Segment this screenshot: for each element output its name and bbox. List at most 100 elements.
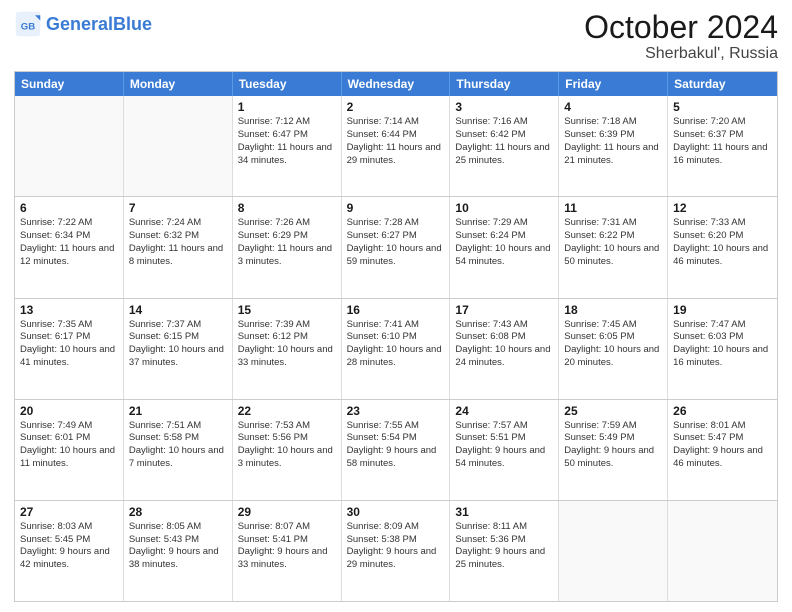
day-number: 3 (455, 100, 553, 114)
day-number: 18 (564, 303, 662, 317)
day-number: 11 (564, 201, 662, 215)
day-number: 14 (129, 303, 227, 317)
day-number: 24 (455, 404, 553, 418)
calendar-row: 27 Sunrise: 8:03 AMSunset: 5:45 PMDayligh… (15, 500, 777, 601)
cell-info: Sunrise: 7:45 AMSunset: 6:05 PMDaylight:… (564, 319, 662, 370)
calendar-cell: 5 Sunrise: 7:20 AMSunset: 6:37 PMDaylight… (668, 96, 777, 196)
logo-icon: GB (14, 10, 42, 38)
cell-info: Sunrise: 7:55 AMSunset: 5:54 PMDaylight:… (347, 420, 445, 471)
calendar-cell: 2Sunrise: 7:14 AMSunset: 6:44 PMDaylight… (342, 96, 451, 196)
cell-info: Sunrise: 7:26 AMSunset: 6:29 PMDaylight:… (238, 217, 336, 268)
day-number: 9 (347, 201, 445, 215)
cell-info: Sunrise: 7:29 AMSunset: 6:24 PMDaylight:… (455, 217, 553, 268)
day-number: 22 (238, 404, 336, 418)
day-number: 21 (129, 404, 227, 418)
day-number: 31 (455, 505, 553, 519)
calendar-cell: 26 Sunrise: 8:01 AMSunset: 5:47 PMDayligh… (668, 400, 777, 500)
cell-info: Sunrise: 8:11 AMSunset: 5:36 PMDaylight:… (455, 521, 553, 572)
calendar-header: SundayMondayTuesdayWednesdayThursdayFrid… (15, 72, 777, 96)
calendar-cell: 14 Sunrise: 7:37 AMSunset: 6:15 PMDayligh… (124, 299, 233, 399)
day-number: 27 (20, 505, 118, 519)
calendar-cell: 31 Sunrise: 8:11 AMSunset: 5:36 PMDayligh… (450, 501, 559, 601)
cell-info: Sunrise: 7:43 AMSunset: 6:08 PMDaylight:… (455, 319, 553, 370)
calendar-cell: 8 Sunrise: 7:26 AMSunset: 6:29 PMDaylight… (233, 197, 342, 297)
day-number: 17 (455, 303, 553, 317)
calendar-cell: 16 Sunrise: 7:41 AMSunset: 6:10 PMDayligh… (342, 299, 451, 399)
page: GB GeneralBlue October 2024 Sherbakul', … (0, 0, 792, 612)
day-number: 10 (455, 201, 553, 215)
calendar-day-header: Wednesday (342, 72, 451, 96)
day-number: 6 (20, 201, 118, 215)
cell-info: Sunrise: 8:01 AMSunset: 5:47 PMDaylight:… (673, 420, 772, 471)
calendar-day-header: Friday (559, 72, 668, 96)
cell-info: Sunrise: 7:28 AMSunset: 6:27 PMDaylight:… (347, 217, 445, 268)
day-number: 28 (129, 505, 227, 519)
subtitle: Sherbakul', Russia (584, 45, 778, 63)
cell-info: Sunrise: 7:18 AMSunset: 6:39 PMDaylight:… (564, 116, 662, 167)
day-number: 19 (673, 303, 772, 317)
calendar-cell: 21 Sunrise: 7:51 AMSunset: 5:58 PMDayligh… (124, 400, 233, 500)
day-number: 5 (673, 100, 772, 114)
cell-info: Sunrise: 7:49 AMSunset: 6:01 PMDaylight:… (20, 420, 118, 471)
day-number: 7 (129, 201, 227, 215)
calendar-cell: 9 Sunrise: 7:28 AMSunset: 6:27 PMDaylight… (342, 197, 451, 297)
cell-info: Sunrise: 7:22 AMSunset: 6:34 PMDaylight:… (20, 217, 118, 268)
calendar-row: 20 Sunrise: 7:49 AMSunset: 6:01 PMDayligh… (15, 399, 777, 500)
day-number: 25 (564, 404, 662, 418)
day-number: 1 (238, 100, 336, 114)
day-number: 16 (347, 303, 445, 317)
cell-info: Sunrise: 7:57 AMSunset: 5:51 PMDaylight:… (455, 420, 553, 471)
day-number: 20 (20, 404, 118, 418)
svg-text:GB: GB (21, 21, 35, 32)
calendar-row: 13Sunrise: 7:35 AMSunset: 6:17 PMDayligh… (15, 298, 777, 399)
calendar-cell: 23Sunrise: 7:55 AMSunset: 5:54 PMDayligh… (342, 400, 451, 500)
calendar-cell: 25Sunrise: 7:59 AMSunset: 5:49 PMDayligh… (559, 400, 668, 500)
calendar-cell (15, 96, 124, 196)
calendar-cell: 18 Sunrise: 7:45 AMSunset: 6:05 PMDayligh… (559, 299, 668, 399)
calendar-cell: 11Sunrise: 7:31 AMSunset: 6:22 PMDayligh… (559, 197, 668, 297)
logo-text: GeneralBlue (46, 14, 152, 35)
calendar-body: 1 Sunrise: 7:12 AMSunset: 6:47 PMDaylight… (15, 96, 777, 601)
cell-info: Sunrise: 7:12 AMSunset: 6:47 PMDaylight:… (238, 116, 336, 167)
day-number: 29 (238, 505, 336, 519)
calendar-cell: 1 Sunrise: 7:12 AMSunset: 6:47 PMDaylight… (233, 96, 342, 196)
calendar-day-header: Monday (124, 72, 233, 96)
cell-info: Sunrise: 7:20 AMSunset: 6:37 PMDaylight:… (673, 116, 772, 167)
calendar-day-header: Tuesday (233, 72, 342, 96)
cell-info: Sunrise: 7:41 AMSunset: 6:10 PMDaylight:… (347, 319, 445, 370)
calendar-day-header: Thursday (450, 72, 559, 96)
cell-info: Sunrise: 8:05 AMSunset: 5:43 PMDaylight:… (129, 521, 227, 572)
calendar-day-header: Saturday (668, 72, 777, 96)
cell-info: Sunrise: 8:03 AMSunset: 5:45 PMDaylight:… (20, 521, 118, 572)
calendar-cell: 30Sunrise: 8:09 AMSunset: 5:38 PMDayligh… (342, 501, 451, 601)
day-number: 30 (347, 505, 445, 519)
cell-info: Sunrise: 7:24 AMSunset: 6:32 PMDaylight:… (129, 217, 227, 268)
day-number: 8 (238, 201, 336, 215)
calendar-cell: 6 Sunrise: 7:22 AMSunset: 6:34 PMDaylight… (15, 197, 124, 297)
cell-info: Sunrise: 7:39 AMSunset: 6:12 PMDaylight:… (238, 319, 336, 370)
calendar-day-header: Sunday (15, 72, 124, 96)
cell-info: Sunrise: 7:51 AMSunset: 5:58 PMDaylight:… (129, 420, 227, 471)
day-number: 4 (564, 100, 662, 114)
calendar-cell: 20 Sunrise: 7:49 AMSunset: 6:01 PMDayligh… (15, 400, 124, 500)
calendar-cell (124, 96, 233, 196)
calendar-cell: 10 Sunrise: 7:29 AMSunset: 6:24 PMDayligh… (450, 197, 559, 297)
cell-info: Sunrise: 7:37 AMSunset: 6:15 PMDaylight:… (129, 319, 227, 370)
cell-info: Sunrise: 7:47 AMSunset: 6:03 PMDaylight:… (673, 319, 772, 370)
calendar-cell: 13Sunrise: 7:35 AMSunset: 6:17 PMDayligh… (15, 299, 124, 399)
calendar-cell: 15 Sunrise: 7:39 AMSunset: 6:12 PMDayligh… (233, 299, 342, 399)
calendar-cell (559, 501, 668, 601)
header: GB GeneralBlue October 2024 Sherbakul', … (14, 10, 778, 63)
calendar-cell: 29 Sunrise: 8:07 AMSunset: 5:41 PMDayligh… (233, 501, 342, 601)
day-number: 12 (673, 201, 772, 215)
calendar-cell: 28 Sunrise: 8:05 AMSunset: 5:43 PMDayligh… (124, 501, 233, 601)
cell-info: Sunrise: 8:07 AMSunset: 5:41 PMDaylight:… (238, 521, 336, 572)
calendar-cell: 19 Sunrise: 7:47 AMSunset: 6:03 PMDayligh… (668, 299, 777, 399)
day-number: 15 (238, 303, 336, 317)
cell-info: Sunrise: 7:35 AMSunset: 6:17 PMDaylight:… (20, 319, 118, 370)
title-block: October 2024 Sherbakul', Russia (584, 10, 778, 63)
day-number: 26 (673, 404, 772, 418)
calendar-cell: 24 Sunrise: 7:57 AMSunset: 5:51 PMDayligh… (450, 400, 559, 500)
cell-info: Sunrise: 7:16 AMSunset: 6:42 PMDaylight:… (455, 116, 553, 167)
calendar-cell (668, 501, 777, 601)
